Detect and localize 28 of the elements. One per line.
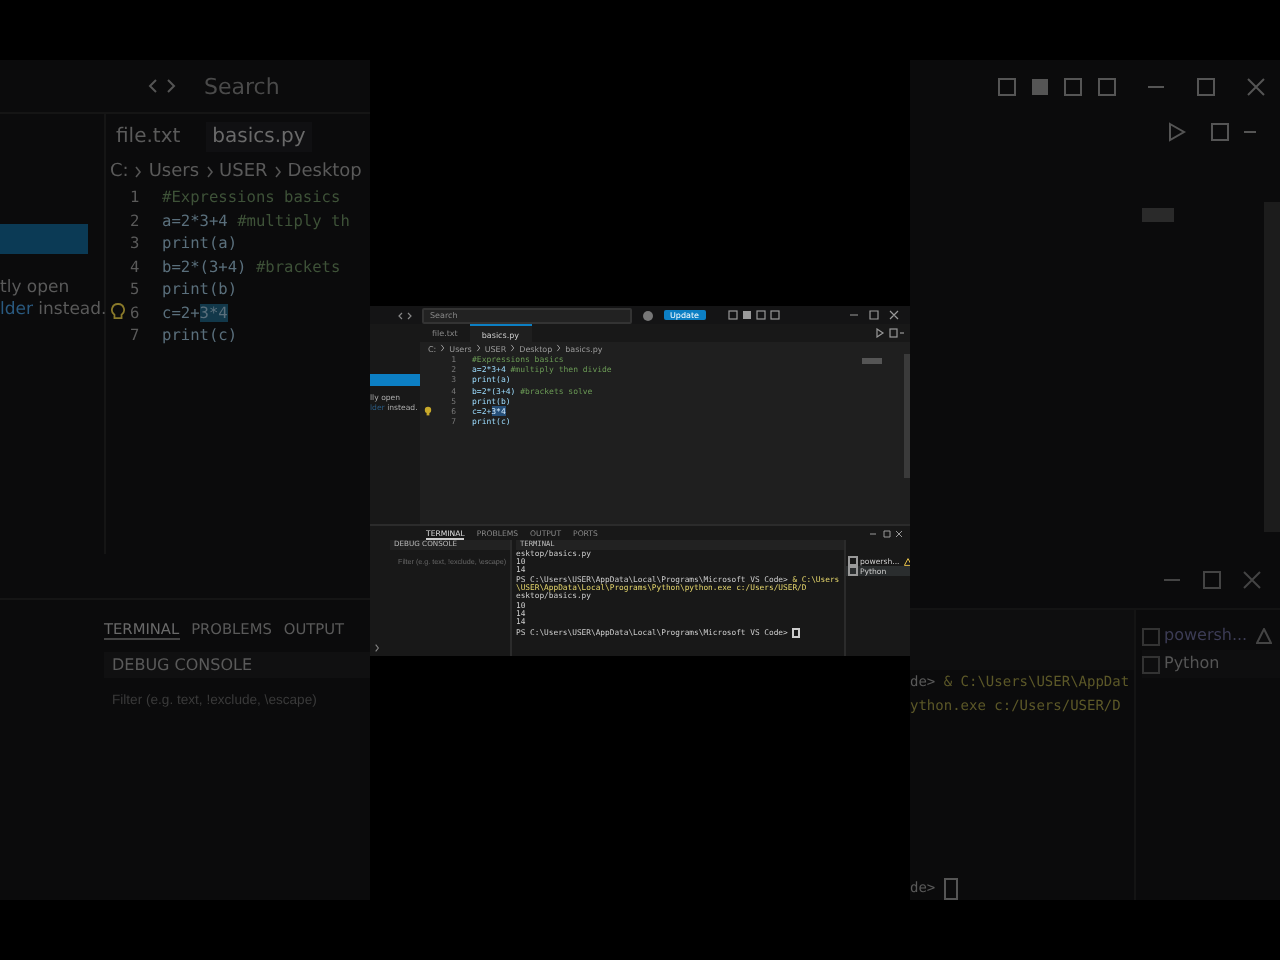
chevron-icon: [273, 166, 282, 178]
window-controls-icon[interactable]: [850, 310, 902, 320]
file-tab[interactable]: basics.py: [206, 121, 312, 151]
sidebar-text: instead.: [36, 300, 107, 320]
navigation-arrows-icon[interactable]: [148, 78, 176, 94]
lightbulb-icon[interactable]: [110, 302, 126, 323]
chevron-icon: [205, 166, 214, 178]
chevron-icon: [510, 344, 516, 352]
breadcrumb-item[interactable]: Users: [148, 162, 200, 182]
navigation-arrows-icon[interactable]: [398, 311, 412, 319]
panel-controls-icon[interactable]: [870, 529, 902, 537]
chevron-icon: [475, 344, 481, 352]
sidebar-text: tly open: [0, 278, 72, 300]
run-icon[interactable]: [1168, 122, 1256, 142]
account-icon[interactable]: [642, 309, 654, 321]
file-tab[interactable]: file.txt: [110, 121, 187, 151]
breadcrumb-item[interactable]: C:: [110, 162, 129, 182]
breadcrumb-item[interactable]: USER: [219, 162, 268, 182]
chevron-icon: [134, 166, 143, 178]
run-icon[interactable]: [876, 328, 904, 338]
chevron-icon: [374, 644, 380, 652]
chevron-icon: [440, 344, 446, 352]
breadcrumb-item[interactable]: Desktop: [287, 162, 362, 182]
section-header[interactable]: DEBUG CONSOLE: [104, 652, 370, 678]
layout-icons[interactable]: [727, 310, 779, 320]
chevron-icon: [556, 344, 562, 352]
lightbulb-icon[interactable]: [424, 406, 432, 417]
folder-link[interactable]: lder: [0, 300, 33, 320]
